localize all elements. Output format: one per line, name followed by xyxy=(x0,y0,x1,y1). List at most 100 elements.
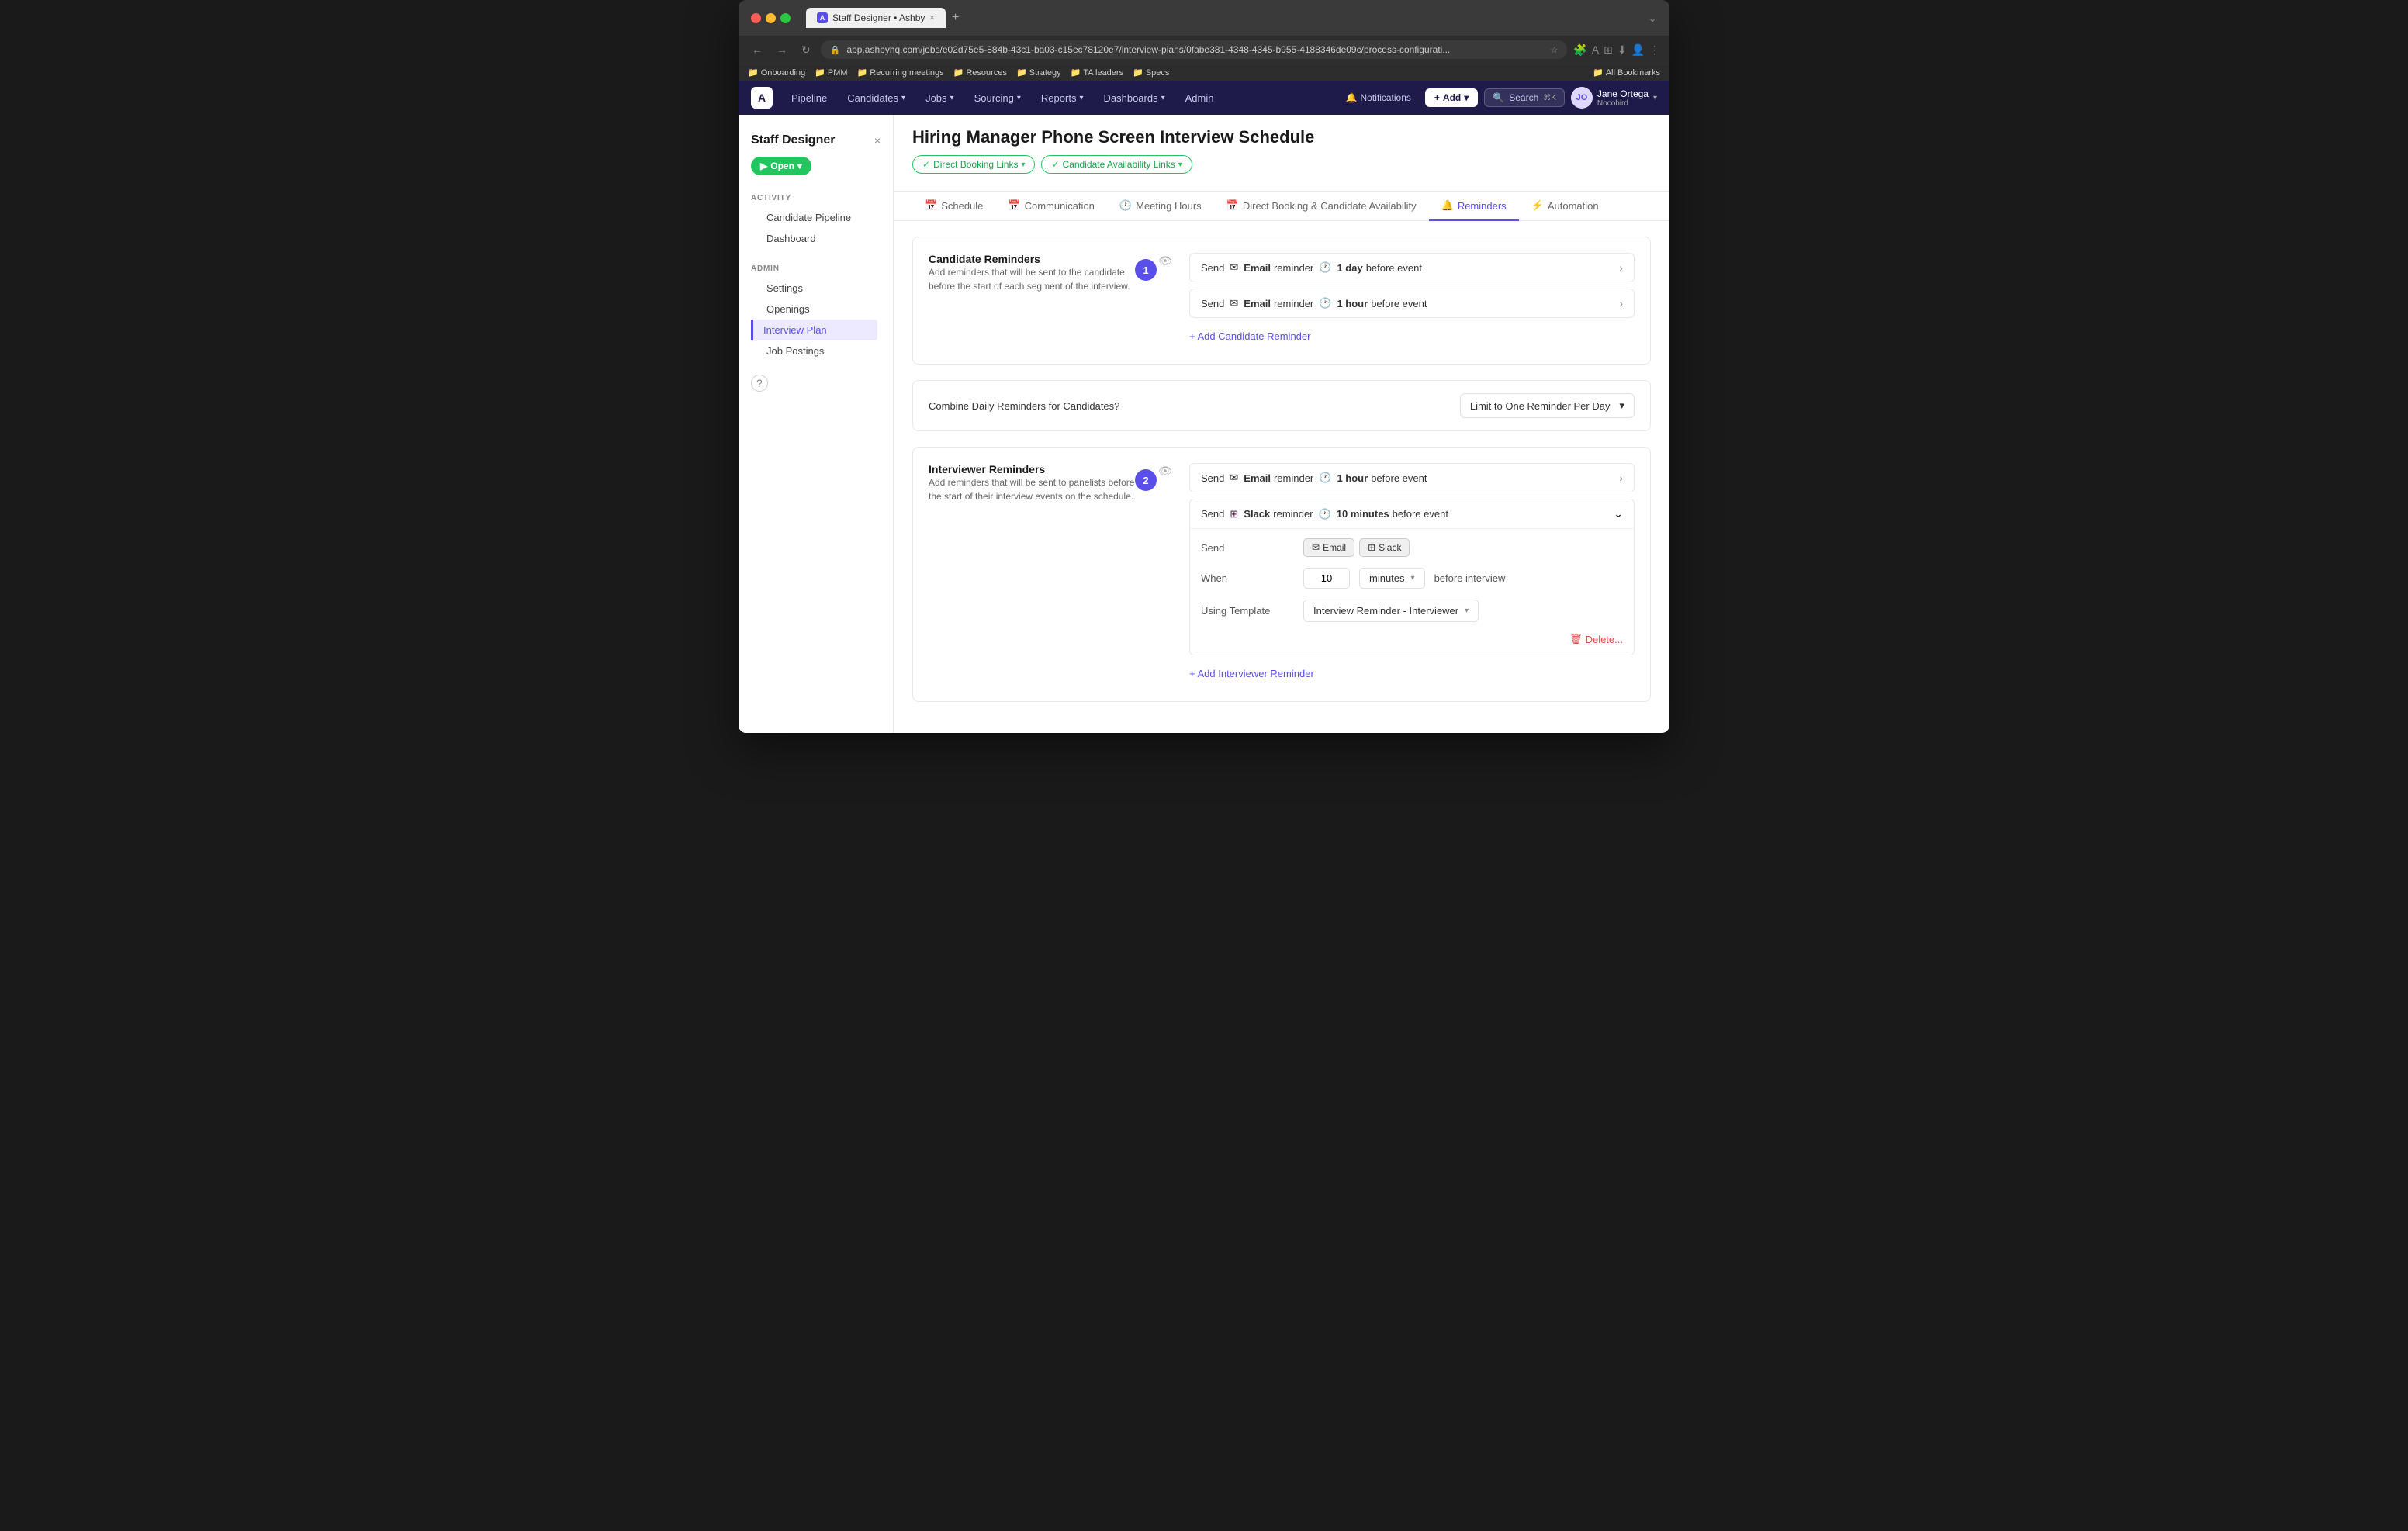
tab-automation[interactable]: ⚡ Automation xyxy=(1519,192,1611,221)
candidate-reminder-row-2[interactable]: Send ✉ Email reminder 🕐 1 hour before ev… xyxy=(1189,289,1635,318)
interviewer-reminder-text-2: Send ⊞ Slack reminder 🕐 10 minutes befor… xyxy=(1201,508,1448,520)
bookmark-icon[interactable]: ⊞ xyxy=(1604,43,1613,57)
template-form-row: Using Template Interview Reminder - Inte… xyxy=(1201,600,1623,622)
sidebar-item-candidate-pipeline[interactable]: Candidate Pipeline xyxy=(754,207,877,228)
activity-label: ACTIVITY xyxy=(751,194,881,202)
trash-icon: 🗑 xyxy=(1569,633,1583,645)
all-bookmarks[interactable]: 📁 All Bookmarks xyxy=(1593,67,1660,78)
help-icon[interactable]: ? xyxy=(751,375,768,392)
open-arrow: ▾ xyxy=(797,161,802,171)
email-chip-icon: ✉ xyxy=(1312,542,1320,553)
add-candidate-reminder-button[interactable]: + Add Candidate Reminder xyxy=(1189,324,1635,348)
bookmark-pmm[interactable]: 📁 PMM xyxy=(815,67,847,78)
when-unit-select[interactable]: minutes ▾ xyxy=(1359,568,1425,589)
sidebar-close-button[interactable]: × xyxy=(874,134,881,147)
search-icon: 🔍 xyxy=(1493,92,1504,103)
avatar: JO xyxy=(1571,87,1593,109)
nav-sourcing[interactable]: Sourcing ▾ xyxy=(965,86,1030,110)
user-menu[interactable]: JO Jane Ortega Nocobird ▾ xyxy=(1571,87,1657,109)
bookmark-onboarding[interactable]: 📁 Onboarding xyxy=(748,67,805,78)
window-menu-icon[interactable]: ⌄ xyxy=(1648,12,1657,25)
template-label: Using Template xyxy=(1201,605,1294,617)
forward-button[interactable]: → xyxy=(773,42,791,57)
tab-reminders[interactable]: 🔔 Reminders xyxy=(1429,192,1519,221)
interviewer-eye-icon[interactable]: 👁 xyxy=(1158,465,1172,478)
plus-icon: + xyxy=(1434,92,1440,103)
url-text: app.ashbyhq.com/jobs/e02d75e5-884b-43c1-… xyxy=(846,44,1544,55)
profile-icon[interactable]: A xyxy=(1592,43,1599,56)
delete-row: 🗑 Delete... xyxy=(1201,633,1623,645)
app-logo[interactable]: A xyxy=(751,87,773,109)
when-label: When xyxy=(1201,572,1294,584)
url-bar[interactable]: 🔒 app.ashbyhq.com/jobs/e02d75e5-884b-43c… xyxy=(821,40,1568,59)
sidebar-item-job-postings[interactable]: Job Postings xyxy=(754,340,877,361)
sidebar-item-openings[interactable]: Openings xyxy=(754,299,877,320)
refresh-button[interactable]: ↻ xyxy=(797,42,815,58)
dashboards-arrow: ▾ xyxy=(1161,94,1165,102)
nav-candidates[interactable]: Candidates ▾ xyxy=(838,86,915,110)
send-form-row: Send ✉ Email ⊞ xyxy=(1201,538,1623,557)
interviewer-row-1-arrow: › xyxy=(1619,472,1623,484)
maximize-window-button[interactable] xyxy=(780,13,791,23)
sidebar-item-dashboard[interactable]: Dashboard xyxy=(754,228,877,249)
page-title: Hiring Manager Phone Screen Interview Sc… xyxy=(912,127,1651,147)
combine-reminders-select[interactable]: Limit to One Reminder Per Day ▾ xyxy=(1460,393,1635,418)
back-button[interactable]: ← xyxy=(748,42,766,57)
bookmark-ta-leaders[interactable]: 📁 TA leaders xyxy=(1071,67,1123,78)
open-status-button[interactable]: ▶ Open ▾ xyxy=(751,157,811,175)
nav-jobs[interactable]: Jobs ▾ xyxy=(916,86,964,110)
tab-meeting-hours[interactable]: 🕐 Meeting Hours xyxy=(1107,192,1214,221)
template-arrow: ▾ xyxy=(1465,607,1469,615)
tab-communication[interactable]: 📅 Communication xyxy=(995,192,1107,221)
minimize-window-button[interactable] xyxy=(766,13,776,23)
sidebar-item-interview-plan[interactable]: Interview Plan xyxy=(751,320,877,340)
interviewer-reminder-row-1[interactable]: Send ✉ Email reminder 🕐 1 hour before ev… xyxy=(1189,463,1635,492)
tab-title: Staff Designer • Ashby xyxy=(832,12,925,23)
sidebar-item-settings[interactable]: Settings xyxy=(754,278,877,299)
row-1-arrow: › xyxy=(1619,261,1623,274)
interviewer-card-layout: Interviewer Reminders Add reminders that… xyxy=(929,463,1635,686)
candidate-availability-badge[interactable]: ✓ Candidate Availability Links ▾ xyxy=(1041,155,1192,174)
combine-reminders-label: Combine Daily Reminders for Candidates? xyxy=(929,400,1119,412)
reminder-text-2: Send ✉ Email reminder 🕐 1 hour before ev… xyxy=(1201,297,1427,309)
slack-chip[interactable]: ⊞ Slack xyxy=(1359,538,1410,557)
combine-reminders-row: Combine Daily Reminders for Candidates? … xyxy=(912,380,1651,431)
bookmark-recurring[interactable]: 📁 Recurring meetings xyxy=(857,67,944,78)
user-arrow: ▾ xyxy=(1653,94,1657,102)
add-interviewer-reminder-button[interactable]: + Add Interviewer Reminder xyxy=(1189,662,1635,686)
star-icon[interactable]: ☆ xyxy=(1550,45,1558,55)
candidate-reminder-row-1[interactable]: Send ✉ Email reminder 🕐 1 day before eve… xyxy=(1189,253,1635,282)
tab-direct-booking[interactable]: 📅 Direct Booking & Candidate Availabilit… xyxy=(1214,192,1429,221)
candidate-eye-icon[interactable]: 👁 xyxy=(1158,254,1172,268)
interviewer-reminder-text-1: Send ✉ Email reminder 🕐 1 hour before ev… xyxy=(1201,472,1427,484)
bookmark-strategy[interactable]: 📁 Strategy xyxy=(1016,67,1061,78)
interviewer-reminders-card: Interviewer Reminders Add reminders that… xyxy=(912,447,1651,702)
nav-dashboards[interactable]: Dashboards ▾ xyxy=(1094,86,1174,110)
download-icon[interactable]: ⬇ xyxy=(1617,43,1627,57)
nav-admin[interactable]: Admin xyxy=(1176,86,1223,110)
email-chip[interactable]: ✉ Email xyxy=(1303,538,1354,557)
close-window-button[interactable] xyxy=(751,13,761,23)
delete-reminder-button[interactable]: 🗑 Delete... xyxy=(1569,633,1623,645)
add-button[interactable]: + Add ▾ xyxy=(1425,88,1478,107)
new-tab-button[interactable]: + xyxy=(952,11,959,25)
tab-schedule[interactable]: 📅 Schedule xyxy=(912,192,995,221)
tab-close-icon[interactable]: × xyxy=(929,13,934,22)
direct-booking-badge[interactable]: ✓ Direct Booking Links ▾ xyxy=(912,155,1035,174)
notifications-button[interactable]: 🔔 Notifications xyxy=(1338,88,1419,108)
extensions-icon[interactable]: 🧩 xyxy=(1573,43,1586,57)
nav-reports[interactable]: Reports ▾ xyxy=(1032,86,1093,110)
interviewer-expanded-header[interactable]: Send ⊞ Slack reminder 🕐 10 minutes befor… xyxy=(1190,499,1634,528)
add-arrow: ▾ xyxy=(1464,92,1469,103)
bookmark-specs[interactable]: 📁 Specs xyxy=(1133,67,1169,78)
meeting-hours-tab-icon: 🕐 xyxy=(1119,199,1132,212)
active-tab[interactable]: A Staff Designer • Ashby × xyxy=(806,8,946,28)
nav-pipeline[interactable]: Pipeline xyxy=(782,86,836,110)
slack-chip-icon: ⊞ xyxy=(1368,542,1375,553)
template-select[interactable]: Interview Reminder - Interviewer ▾ xyxy=(1303,600,1479,622)
bookmark-resources[interactable]: 📁 Resources xyxy=(953,67,1007,78)
menu-icon[interactable]: ⋮ xyxy=(1649,43,1660,57)
search-button[interactable]: 🔍 Search ⌘K xyxy=(1484,88,1565,107)
when-value-input[interactable] xyxy=(1303,568,1350,589)
user-profile-icon[interactable]: 👤 xyxy=(1631,43,1645,57)
